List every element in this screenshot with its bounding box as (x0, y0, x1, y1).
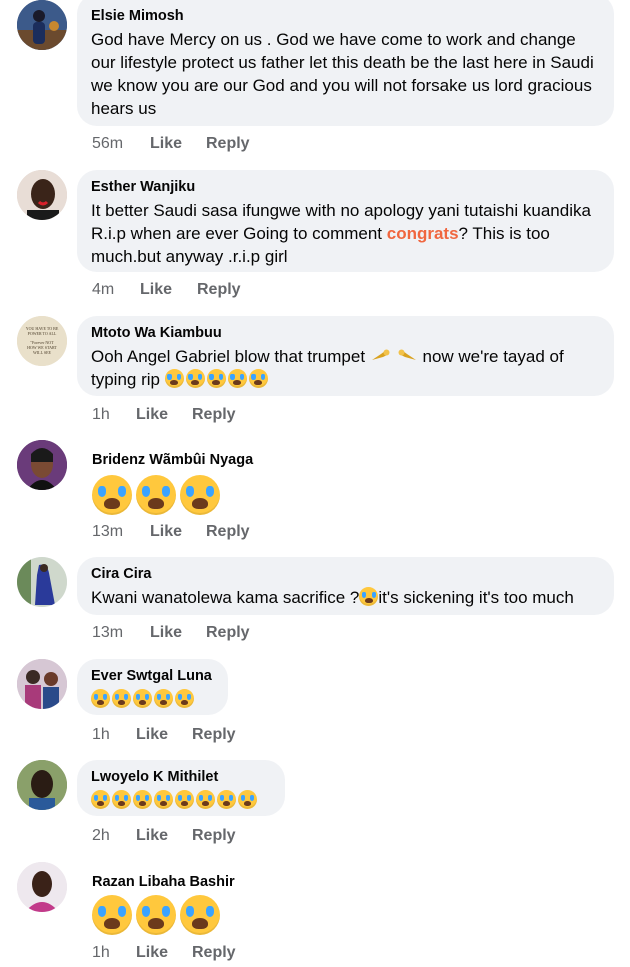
crying-emoji-icon (206, 369, 226, 388)
avatar[interactable] (17, 557, 67, 607)
comment-bubble: Esther Wanjiku It better Saudi sasa ifun… (77, 170, 614, 272)
crying-emoji-icon (227, 369, 247, 388)
comment-time[interactable]: 1h (92, 726, 110, 744)
avatar[interactable] (17, 760, 67, 810)
reply-button[interactable]: Reply (192, 726, 236, 744)
comment-bubble: Cira Cira Kwani wanatolewa kama sacrific… (77, 557, 614, 615)
reply-button[interactable]: Reply (206, 523, 250, 541)
crying-emoji-icon (136, 475, 176, 515)
crying-emoji-icon (217, 790, 236, 809)
avatar[interactable] (17, 862, 67, 912)
crying-emoji-icon (92, 895, 132, 935)
like-button[interactable]: Like (150, 523, 182, 541)
comment-text: Ooh Angel Gabriel blow that trumpet now … (91, 347, 564, 389)
like-button[interactable]: Like (136, 726, 168, 744)
comment-bubble: Elsie Mimosh God have Mercy on us . God … (77, 0, 614, 126)
comment-author[interactable]: Elsie Mimosh (91, 7, 600, 25)
crying-emoji-icon (196, 790, 215, 809)
crying-emoji-icon (92, 475, 132, 515)
comment-author[interactable]: Razan Libaha Bashir (92, 873, 257, 891)
comment-text: It better Saudi sasa ifungwe with no apo… (91, 201, 591, 266)
comment-text: Kwani wanatolewa kama sacrifice ? it's si… (91, 587, 574, 607)
comment-author[interactable]: Mtoto Wa Kiambuu (91, 324, 600, 342)
trumpet-icon (371, 347, 393, 363)
crying-emoji-icon (136, 895, 176, 935)
svg-text:POWER TO ALL: POWER TO ALL (28, 331, 57, 336)
crying-emoji-icon (112, 689, 131, 708)
reply-button[interactable]: Reply (192, 944, 236, 962)
reply-button[interactable]: Reply (197, 281, 241, 299)
crying-emoji-icon (180, 895, 220, 935)
avatar[interactable] (17, 170, 67, 220)
comment-time[interactable]: 1h (92, 944, 110, 962)
comment-author[interactable]: Esther Wanjiku (91, 178, 600, 196)
crying-emoji-icon (180, 475, 220, 515)
reply-button[interactable]: Reply (192, 827, 236, 845)
comment-bubble: Ever Swtgal Luna (77, 659, 228, 715)
comment-bubble: Lwoyelo K Mithilet (77, 760, 285, 816)
comment-author[interactable]: Lwoyelo K Mithilet (91, 768, 271, 786)
crying-emoji-icon (185, 369, 205, 388)
comment-time[interactable]: 13m (92, 624, 123, 642)
comment-text (91, 789, 271, 812)
crying-emoji-icon (154, 689, 173, 708)
crying-emoji-icon (133, 790, 152, 809)
crying-emoji-icon (359, 587, 379, 606)
comment-time[interactable]: 2h (92, 827, 110, 845)
crying-emoji-icon (175, 790, 194, 809)
emoji-reply (92, 895, 224, 935)
crying-emoji-icon (164, 369, 184, 388)
emoji-reply (92, 475, 224, 515)
avatar[interactable] (17, 0, 67, 50)
crying-emoji-icon (112, 790, 131, 809)
comment-text: God have Mercy on us . God we have come … (91, 30, 594, 118)
like-button[interactable]: Like (140, 281, 172, 299)
crying-emoji-icon (238, 790, 257, 809)
comment-author[interactable]: Bridenz Wãmbûi Nyaga (92, 451, 253, 469)
crying-emoji-icon (248, 369, 268, 388)
like-button[interactable]: Like (136, 406, 168, 424)
reply-button[interactable]: Reply (206, 624, 250, 642)
comment-time[interactable]: 1h (92, 406, 110, 424)
avatar[interactable] (17, 440, 67, 490)
comment-time[interactable]: 56m (92, 135, 123, 153)
trumpet-icon (395, 347, 417, 363)
highlighted-word: congrats (386, 224, 459, 243)
crying-emoji-icon (133, 689, 152, 708)
crying-emoji-icon (154, 790, 173, 809)
comment-author[interactable]: Cira Cira (91, 565, 600, 583)
avatar[interactable]: YOU HAVE TO BE POWER TO ALL "Forever NOT… (17, 316, 67, 366)
avatar[interactable] (17, 659, 67, 709)
like-button[interactable]: Like (136, 827, 168, 845)
like-button[interactable]: Like (150, 135, 182, 153)
like-button[interactable]: Like (150, 624, 182, 642)
comment-text (91, 688, 214, 711)
comment-time[interactable]: 13m (92, 523, 123, 541)
crying-emoji-icon (91, 790, 110, 809)
comment-bubble: Mtoto Wa Kiambuu Ooh Angel Gabriel blow … (77, 316, 614, 396)
like-button[interactable]: Like (136, 944, 168, 962)
svg-text:WILL SEE: WILL SEE (33, 350, 52, 355)
reply-button[interactable]: Reply (206, 135, 250, 153)
crying-emoji-icon (175, 689, 194, 708)
reply-button[interactable]: Reply (192, 406, 236, 424)
comment-time[interactable]: 4m (92, 281, 114, 299)
comment-author[interactable]: Ever Swtgal Luna (91, 667, 214, 685)
crying-emoji-icon (91, 689, 110, 708)
